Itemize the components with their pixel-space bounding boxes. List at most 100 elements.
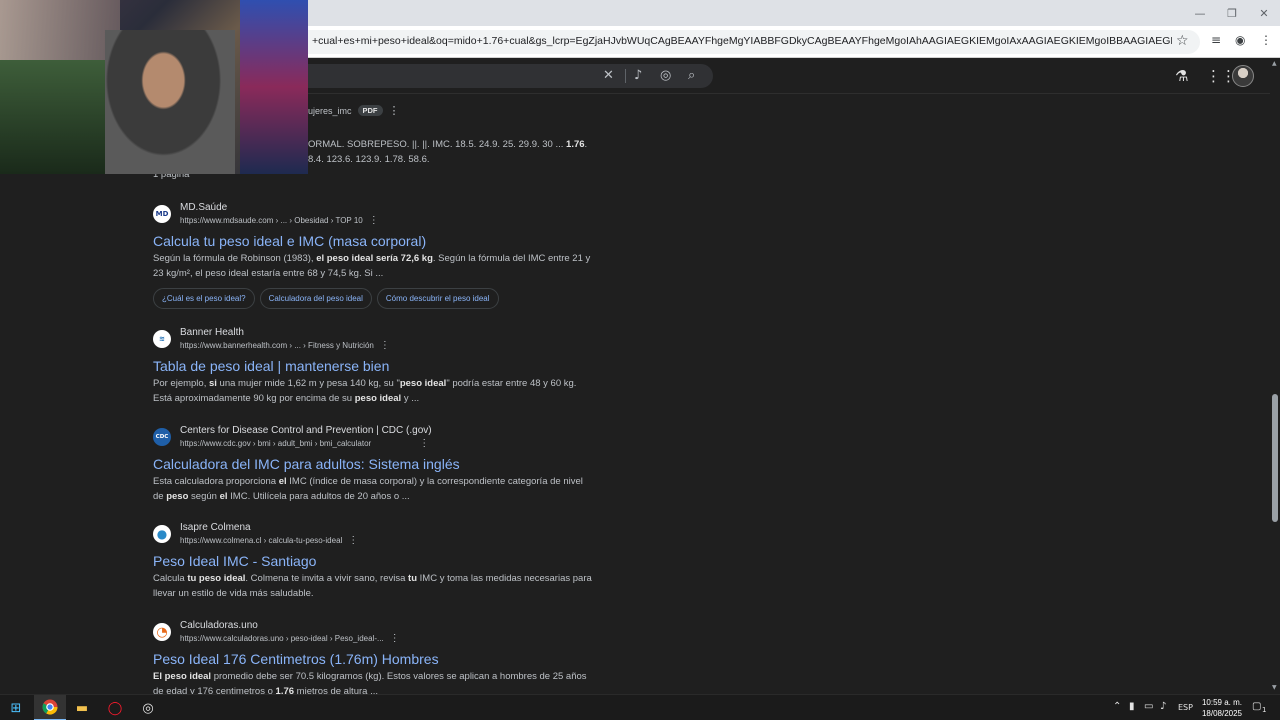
scroll-up-icon[interactable]: ▲ <box>1272 60 1277 67</box>
partial-snippet-line1: ORMAL. SOBREPESO. ||. ||. IMC. 18.5. 24.… <box>308 139 587 150</box>
snippet-bold: peso <box>166 491 189 502</box>
snippet-bold: peso ideal <box>399 378 447 389</box>
notification-count: 1 <box>1262 706 1267 714</box>
snippet-text: IMC. Utilícela para adultos de 20 años o… <box>227 491 410 502</box>
snippet-text: . Colmena te invita a vivir sano, revisa <box>245 573 409 584</box>
result-source[interactable]: ≋ Banner Health https://www.bannerhealth… <box>153 326 593 352</box>
snippet-bold: tu <box>408 573 417 584</box>
partial-snippet-line2: 8.4. 123.6. 123.9. 1.78. 58.6. <box>308 154 430 165</box>
site-name: Banner Health <box>180 327 244 338</box>
windows-start-icon[interactable]: ⊞ <box>0 695 32 720</box>
url-text[interactable]: +cual+es+mi+peso+ideal&oq=mido+1.76+cual… <box>312 35 1172 47</box>
notification-icon[interactable]: ▢ <box>1252 701 1261 712</box>
volume-icon[interactable]: ♪ <box>1160 701 1166 712</box>
webcam-overlay <box>0 0 308 174</box>
more-options-icon[interactable]: ⋮ <box>380 340 390 351</box>
snippet-bold: si <box>208 378 217 389</box>
result-title-link[interactable]: Peso Ideal 176 Centimetros (1.76m) Hombr… <box>153 650 593 668</box>
minimize-button[interactable]: — <box>1184 0 1216 26</box>
search-result: CDC Centers for Disease Control and Prev… <box>153 424 593 504</box>
cdc-favicon-icon: CDC <box>153 428 171 446</box>
snippet-bold: el peso ideal sería 72,6 kg <box>316 253 433 264</box>
obs-icon[interactable]: ◎ <box>132 695 164 720</box>
webcam-poster <box>240 0 308 174</box>
result-url: https://www.mdsaude.com › ... › Obesidad… <box>180 215 379 226</box>
profile-icon[interactable]: ◉ <box>1235 33 1245 47</box>
clear-icon[interactable]: ✕ <box>603 68 614 83</box>
language-indicator[interactable]: ESP <box>1178 703 1193 712</box>
url-text: https://www.colmena.cl › calcula-tu-peso… <box>180 536 343 545</box>
window-controls: — ❐ ✕ <box>1184 0 1280 26</box>
scrollbar-thumb[interactable] <box>1272 394 1278 522</box>
snippet-text: Calcula <box>153 573 188 584</box>
url-text: https://www.cdc.gov › bmi › adult_bmi › … <box>180 439 372 448</box>
result-source[interactable]: MD MD.Saúde https://www.mdsaude.com › ..… <box>153 201 593 227</box>
snippet-text: y ... <box>401 393 420 404</box>
clock-time: 10:59 a. m. <box>1201 698 1243 707</box>
star-icon[interactable]: ☆ <box>1176 33 1189 49</box>
result-source[interactable]: ◔ Calculadoras.uno https://www.calculado… <box>153 619 593 645</box>
lens-icon[interactable]: ◎ <box>660 68 671 83</box>
scroll-down-icon[interactable]: ▼ <box>1272 684 1277 691</box>
snippet-bold: tu peso ideal <box>187 573 246 584</box>
search-icon[interactable]: ⌕ <box>688 68 695 83</box>
snippet-text: una mujer mide 1,62 m y pesa 140 kg, su … <box>216 378 400 389</box>
chip-calculadora-peso-ideal[interactable]: Calculadora del peso ideal <box>259 288 372 309</box>
url-text: https://www.bannerhealth.com › ... › Fit… <box>180 341 374 350</box>
snippet-bold: peso ideal <box>354 393 402 404</box>
menu-icon[interactable]: ⋮ <box>1260 33 1272 47</box>
windows-taskbar: ⊞ ▬ ◯ ◎ ⌃ ▮ ▭ ♪ ESP 10:59 a. m. 18/08/20… <box>0 694 1280 720</box>
clock-date: 18/08/2025 <box>1201 709 1243 718</box>
microphone-tray-icon[interactable]: ▮ <box>1129 701 1135 712</box>
page-scrollbar[interactable]: ▲ ▼ <box>1270 58 1280 694</box>
mdsaude-favicon-icon: MD <box>153 205 171 223</box>
result-title-link[interactable]: Calcula tu peso ideal e IMC (masa corpor… <box>153 232 593 250</box>
chrome-icon <box>42 699 58 715</box>
chip-como-descubrir[interactable]: Cómo descubrir el peso ideal <box>376 288 499 309</box>
webcam-shelf <box>0 0 120 60</box>
result-source[interactable]: CDC Centers for Disease Control and Prev… <box>153 424 593 450</box>
more-options-icon[interactable]: ⋮ <box>390 633 400 644</box>
result-url: https://www.calculadoras.uno › peso-idea… <box>180 633 400 644</box>
result-source[interactable]: ● Isapre Colmena https://www.colmena.cl … <box>153 521 593 547</box>
file-explorer-icon[interactable]: ▬ <box>66 695 98 720</box>
chip-cual-es-peso-ideal[interactable]: ¿Cuál es el peso ideal? <box>153 288 255 309</box>
system-clock[interactable]: 10:59 a. m. 18/08/2025 <box>1192 697 1252 719</box>
result-title-link[interactable]: Calculadora del IMC para adultos: Sistem… <box>153 455 593 473</box>
pdf-badge: PDF <box>357 105 383 116</box>
partial-breadcrumb: ujeres_imc PDF ⋮ <box>308 104 400 117</box>
search-result: ≋ Banner Health https://www.bannerhealth… <box>153 326 593 406</box>
opera-icon[interactable]: ◯ <box>99 695 131 720</box>
site-name: MD.Saúde <box>180 202 228 213</box>
calculadoras-favicon-icon: ◔ <box>153 623 171 641</box>
result-snippet: Esta calculadora proporciona el IMC (índ… <box>153 474 593 504</box>
result-title-link[interactable]: Tabla de peso ideal | mantenerse bien <box>153 357 593 375</box>
snippet-text: según <box>188 491 220 502</box>
more-options-icon[interactable]: ⋮ <box>419 438 429 449</box>
tray-overflow-icon[interactable]: ⌃ <box>1113 701 1121 712</box>
more-options-icon[interactable]: ⋮ <box>369 215 379 226</box>
result-snippet: Por ejemplo, si una mujer mide 1,62 m y … <box>153 376 593 406</box>
chrome-taskbar-icon[interactable] <box>34 695 66 720</box>
close-button[interactable]: ✕ <box>1248 0 1280 26</box>
labs-icon[interactable]: ⚗ <box>1175 67 1188 85</box>
related-chips: ¿Cuál es el peso ideal? Calculadora del … <box>153 288 593 309</box>
webcam-left-equipment <box>0 60 110 174</box>
result-snippet: Según la fórmula de Robinson (1983), el … <box>153 251 593 281</box>
more-options-icon[interactable]: ⋮ <box>348 535 358 546</box>
webcam-person <box>105 30 235 174</box>
avatar[interactable] <box>1232 65 1254 87</box>
snippet-text: Esta calculadora proporciona <box>153 476 279 487</box>
mic-icon[interactable]: ♪ <box>634 68 642 83</box>
search-divider <box>625 69 626 83</box>
more-options-icon[interactable]: ⋮ <box>389 104 400 117</box>
url-text: https://www.calculadoras.uno › peso-idea… <box>180 634 384 643</box>
result-url: https://www.bannerhealth.com › ... › Fit… <box>180 340 390 351</box>
restore-button[interactable]: ❐ <box>1216 0 1248 26</box>
result-title-link[interactable]: Peso Ideal IMC - Santiago <box>153 552 593 570</box>
media-control-icon[interactable]: ≡ <box>1211 33 1221 47</box>
snippet-bold: El peso ideal <box>153 671 212 682</box>
partial-breadcrumb-text: ujeres_imc <box>308 105 352 116</box>
network-icon[interactable]: ▭ <box>1144 701 1153 712</box>
snippet-text: Por ejemplo, <box>153 378 209 389</box>
